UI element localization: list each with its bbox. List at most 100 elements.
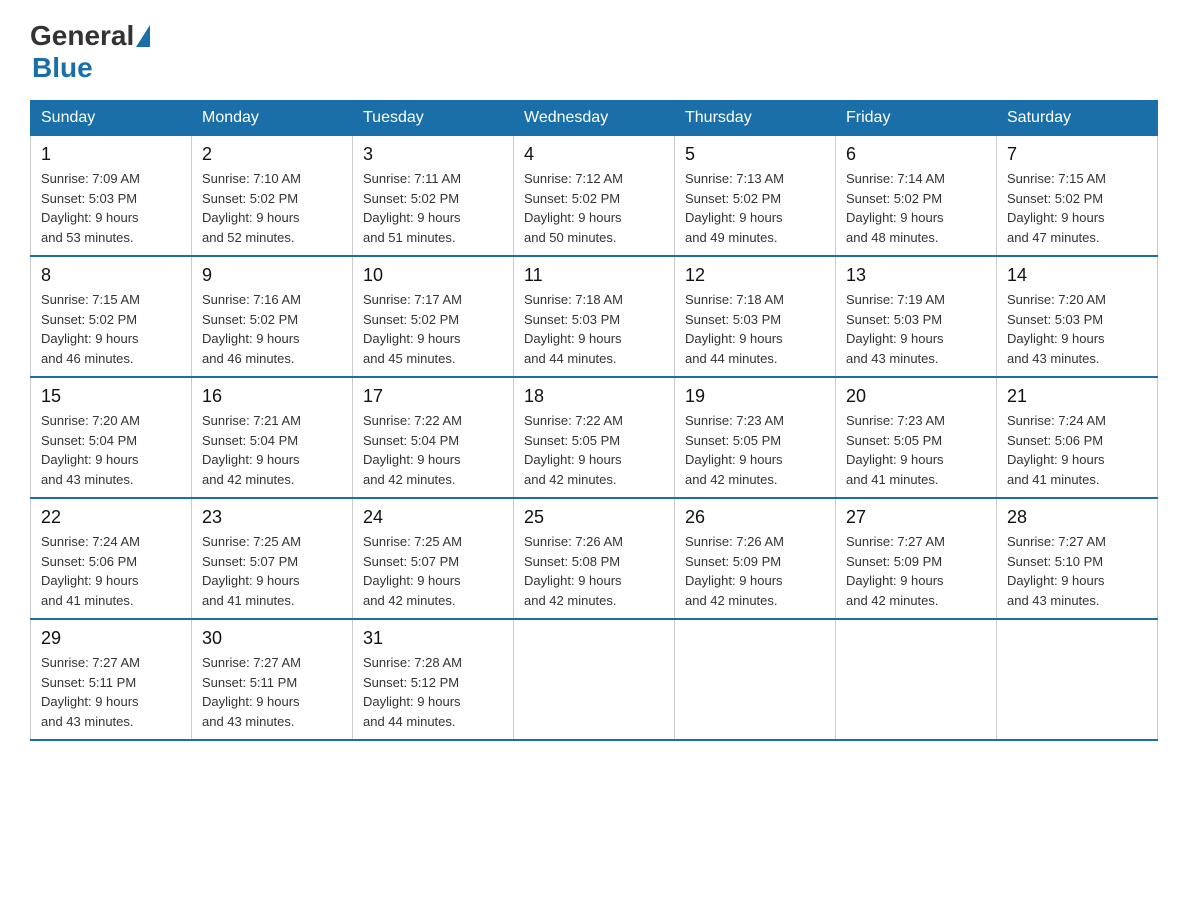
day-number: 21	[1007, 386, 1147, 407]
day-number: 2	[202, 144, 342, 165]
header-sunday: Sunday	[31, 101, 192, 136]
day-number: 30	[202, 628, 342, 649]
calendar-header-row: SundayMondayTuesdayWednesdayThursdayFrid…	[31, 101, 1158, 136]
day-info: Sunrise: 7:25 AMSunset: 5:07 PMDaylight:…	[202, 532, 342, 610]
calendar-cell: 2 Sunrise: 7:10 AMSunset: 5:02 PMDaylight…	[192, 136, 353, 257]
calendar-cell: 17 Sunrise: 7:22 AMSunset: 5:04 PMDayligh…	[353, 377, 514, 498]
day-info: Sunrise: 7:15 AMSunset: 5:02 PMDaylight:…	[41, 290, 181, 368]
calendar-cell	[997, 619, 1158, 740]
logo: General Blue	[30, 20, 150, 84]
calendar-cell: 24 Sunrise: 7:25 AMSunset: 5:07 PMDayligh…	[353, 498, 514, 619]
calendar-cell: 20Sunrise: 7:23 AMSunset: 5:05 PMDayligh…	[836, 377, 997, 498]
day-number: 26	[685, 507, 825, 528]
day-number: 25	[524, 507, 664, 528]
calendar-cell: 28Sunrise: 7:27 AMSunset: 5:10 PMDayligh…	[997, 498, 1158, 619]
day-info: Sunrise: 7:09 AMSunset: 5:03 PMDaylight:…	[41, 169, 181, 247]
day-info: Sunrise: 7:26 AMSunset: 5:08 PMDaylight:…	[524, 532, 664, 610]
day-number: 18	[524, 386, 664, 407]
header-friday: Friday	[836, 101, 997, 136]
header-saturday: Saturday	[997, 101, 1158, 136]
calendar-cell: 10Sunrise: 7:17 AMSunset: 5:02 PMDayligh…	[353, 256, 514, 377]
day-info: Sunrise: 7:23 AMSunset: 5:05 PMDaylight:…	[846, 411, 986, 489]
calendar-cell: 1 Sunrise: 7:09 AMSunset: 5:03 PMDaylight…	[31, 136, 192, 257]
day-info: Sunrise: 7:12 AMSunset: 5:02 PMDaylight:…	[524, 169, 664, 247]
calendar-cell: 4Sunrise: 7:12 AMSunset: 5:02 PMDaylight…	[514, 136, 675, 257]
day-info: Sunrise: 7:15 AMSunset: 5:02 PMDaylight:…	[1007, 169, 1147, 247]
header-wednesday: Wednesday	[514, 101, 675, 136]
logo-blue-text: Blue	[32, 52, 93, 84]
day-number: 8	[41, 265, 181, 286]
day-number: 22	[41, 507, 181, 528]
calendar-cell	[836, 619, 997, 740]
calendar-cell: 13Sunrise: 7:19 AMSunset: 5:03 PMDayligh…	[836, 256, 997, 377]
calendar-cell: 22Sunrise: 7:24 AMSunset: 5:06 PMDayligh…	[31, 498, 192, 619]
day-number: 23	[202, 507, 342, 528]
day-number: 19	[685, 386, 825, 407]
calendar-cell: 16Sunrise: 7:21 AMSunset: 5:04 PMDayligh…	[192, 377, 353, 498]
calendar-cell: 7 Sunrise: 7:15 AMSunset: 5:02 PMDaylight…	[997, 136, 1158, 257]
day-number: 12	[685, 265, 825, 286]
day-info: Sunrise: 7:23 AMSunset: 5:05 PMDaylight:…	[685, 411, 825, 489]
day-number: 16	[202, 386, 342, 407]
day-info: Sunrise: 7:13 AMSunset: 5:02 PMDaylight:…	[685, 169, 825, 247]
calendar-week-row: 8 Sunrise: 7:15 AMSunset: 5:02 PMDaylight…	[31, 256, 1158, 377]
calendar-cell: 8 Sunrise: 7:15 AMSunset: 5:02 PMDaylight…	[31, 256, 192, 377]
day-info: Sunrise: 7:11 AMSunset: 5:02 PMDaylight:…	[363, 169, 503, 247]
day-info: Sunrise: 7:18 AMSunset: 5:03 PMDaylight:…	[685, 290, 825, 368]
day-number: 28	[1007, 507, 1147, 528]
day-info: Sunrise: 7:22 AMSunset: 5:04 PMDaylight:…	[363, 411, 503, 489]
calendar-cell: 11Sunrise: 7:18 AMSunset: 5:03 PMDayligh…	[514, 256, 675, 377]
calendar-cell: 31 Sunrise: 7:28 AMSunset: 5:12 PMDayligh…	[353, 619, 514, 740]
day-number: 14	[1007, 265, 1147, 286]
calendar-cell: 19 Sunrise: 7:23 AMSunset: 5:05 PMDayligh…	[675, 377, 836, 498]
calendar-cell: 9Sunrise: 7:16 AMSunset: 5:02 PMDaylight…	[192, 256, 353, 377]
day-number: 11	[524, 265, 664, 286]
calendar-week-row: 1 Sunrise: 7:09 AMSunset: 5:03 PMDaylight…	[31, 136, 1158, 257]
day-info: Sunrise: 7:14 AMSunset: 5:02 PMDaylight:…	[846, 169, 986, 247]
day-number: 5	[685, 144, 825, 165]
calendar-table: SundayMondayTuesdayWednesdayThursdayFrid…	[30, 100, 1158, 741]
day-info: Sunrise: 7:25 AMSunset: 5:07 PMDaylight:…	[363, 532, 503, 610]
calendar-cell: 26 Sunrise: 7:26 AMSunset: 5:09 PMDayligh…	[675, 498, 836, 619]
header-thursday: Thursday	[675, 101, 836, 136]
calendar-cell	[514, 619, 675, 740]
day-info: Sunrise: 7:24 AMSunset: 5:06 PMDaylight:…	[1007, 411, 1147, 489]
day-info: Sunrise: 7:26 AMSunset: 5:09 PMDaylight:…	[685, 532, 825, 610]
day-info: Sunrise: 7:19 AMSunset: 5:03 PMDaylight:…	[846, 290, 986, 368]
calendar-cell: 12 Sunrise: 7:18 AMSunset: 5:03 PMDayligh…	[675, 256, 836, 377]
calendar-cell: 25 Sunrise: 7:26 AMSunset: 5:08 PMDayligh…	[514, 498, 675, 619]
day-info: Sunrise: 7:20 AMSunset: 5:04 PMDaylight:…	[41, 411, 181, 489]
day-info: Sunrise: 7:28 AMSunset: 5:12 PMDaylight:…	[363, 653, 503, 731]
calendar-cell: 3Sunrise: 7:11 AMSunset: 5:02 PMDaylight…	[353, 136, 514, 257]
day-number: 7	[1007, 144, 1147, 165]
logo-triangle-icon	[136, 25, 150, 47]
logo-general-text: General	[30, 20, 134, 52]
day-info: Sunrise: 7:10 AMSunset: 5:02 PMDaylight:…	[202, 169, 342, 247]
day-info: Sunrise: 7:17 AMSunset: 5:02 PMDaylight:…	[363, 290, 503, 368]
day-number: 9	[202, 265, 342, 286]
calendar-week-row: 15Sunrise: 7:20 AMSunset: 5:04 PMDayligh…	[31, 377, 1158, 498]
day-number: 27	[846, 507, 986, 528]
calendar-cell: 23 Sunrise: 7:25 AMSunset: 5:07 PMDayligh…	[192, 498, 353, 619]
day-info: Sunrise: 7:22 AMSunset: 5:05 PMDaylight:…	[524, 411, 664, 489]
calendar-week-row: 29 Sunrise: 7:27 AMSunset: 5:11 PMDayligh…	[31, 619, 1158, 740]
calendar-cell: 18 Sunrise: 7:22 AMSunset: 5:05 PMDayligh…	[514, 377, 675, 498]
calendar-cell	[675, 619, 836, 740]
calendar-cell: 6 Sunrise: 7:14 AMSunset: 5:02 PMDaylight…	[836, 136, 997, 257]
calendar-cell: 27Sunrise: 7:27 AMSunset: 5:09 PMDayligh…	[836, 498, 997, 619]
calendar-cell: 21 Sunrise: 7:24 AMSunset: 5:06 PMDayligh…	[997, 377, 1158, 498]
day-number: 24	[363, 507, 503, 528]
day-number: 1	[41, 144, 181, 165]
day-number: 31	[363, 628, 503, 649]
day-number: 29	[41, 628, 181, 649]
calendar-cell: 14 Sunrise: 7:20 AMSunset: 5:03 PMDayligh…	[997, 256, 1158, 377]
calendar-cell: 29Sunrise: 7:27 AMSunset: 5:11 PMDayligh…	[31, 619, 192, 740]
header-tuesday: Tuesday	[353, 101, 514, 136]
page-header: General Blue	[30, 20, 1158, 84]
day-number: 6	[846, 144, 986, 165]
day-info: Sunrise: 7:20 AMSunset: 5:03 PMDaylight:…	[1007, 290, 1147, 368]
header-monday: Monday	[192, 101, 353, 136]
day-number: 17	[363, 386, 503, 407]
day-info: Sunrise: 7:27 AMSunset: 5:11 PMDaylight:…	[202, 653, 342, 731]
calendar-week-row: 22Sunrise: 7:24 AMSunset: 5:06 PMDayligh…	[31, 498, 1158, 619]
